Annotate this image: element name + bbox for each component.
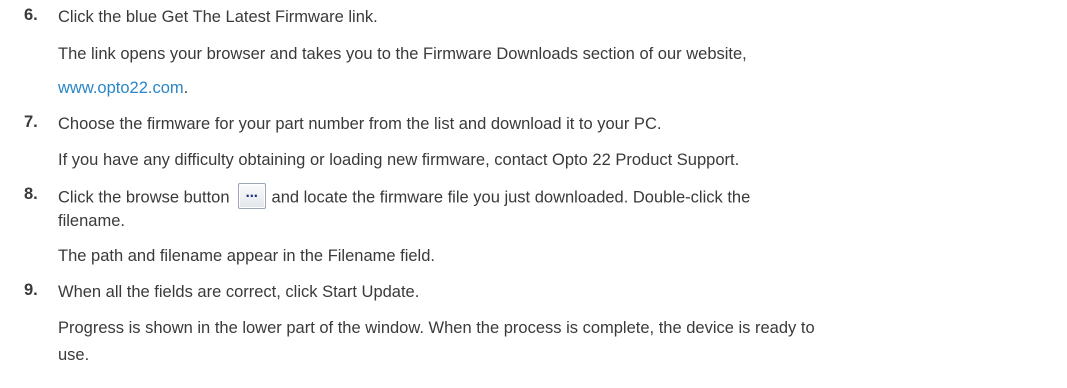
opto22-website-link[interactable]: www.opto22.com	[58, 79, 184, 97]
step-detail: The link opens your browser and takes yo…	[58, 45, 747, 63]
step-instruction: Choose the firmware for your part number…	[58, 115, 662, 133]
step-number: 7.	[24, 113, 38, 131]
step-detail: The path and filename appear in the File…	[58, 247, 435, 265]
step-detail: If you have any difficulty obtaining or …	[58, 151, 740, 169]
step-detail: Progress is shown in the lower part of t…	[58, 319, 815, 337]
browse-button[interactable]: ...	[237, 183, 266, 209]
step-number: 6.	[24, 6, 38, 24]
step-detail-continued: use.	[58, 346, 90, 364]
link-suffix: .	[183, 79, 189, 97]
step-number: 8.	[24, 185, 38, 203]
step-instruction-before-button: Click the browse button	[58, 188, 230, 207]
step-instruction: Click the blue Get The Latest Firmware l…	[58, 8, 378, 26]
step-instruction: When all the fields are correct, click S…	[58, 283, 420, 301]
step-instruction-line: Click the browse button... and locate the…	[58, 183, 751, 211]
step-instruction-after-button: and locate the firmware file you just do…	[271, 188, 751, 207]
step-detail-link-line: www.opto22.com.	[58, 77, 188, 99]
step-number: 9.	[24, 281, 38, 299]
step-instruction-continued: filename.	[58, 212, 125, 230]
